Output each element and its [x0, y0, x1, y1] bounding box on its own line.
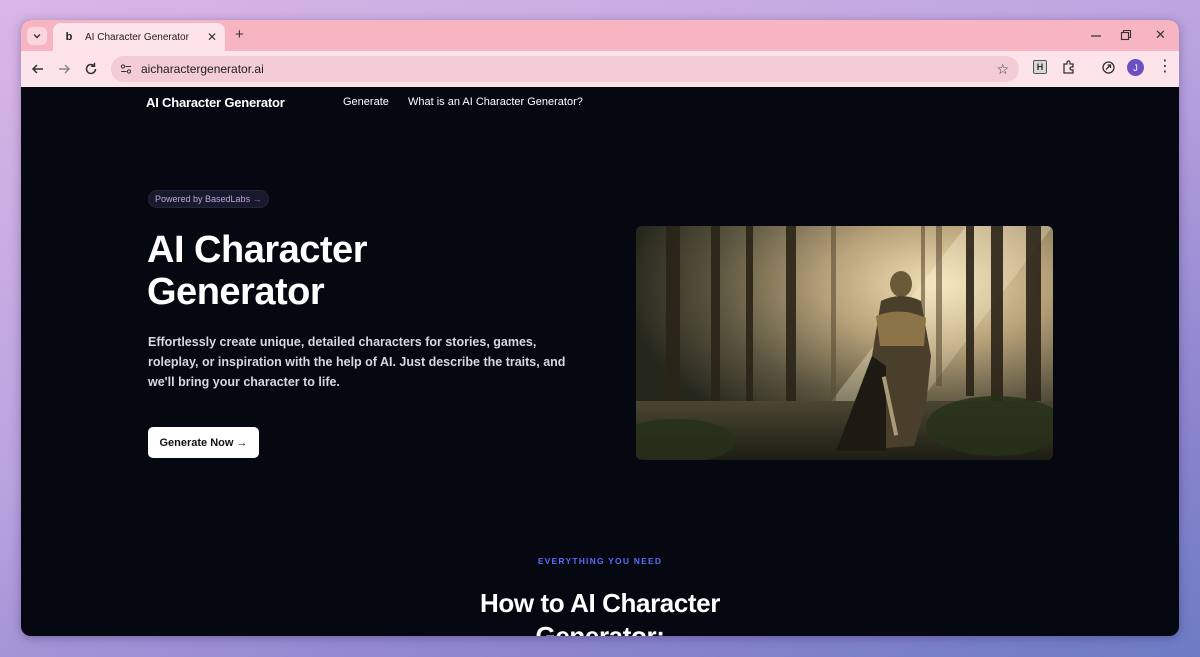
section-title: How to AI Character Generator:	[480, 588, 720, 636]
back-icon[interactable]	[31, 60, 45, 82]
site-brand[interactable]: AI Character Generator	[146, 95, 285, 110]
hero-description: Effortlessly create unique, detailed cha…	[148, 335, 566, 389]
copilot-icon[interactable]	[1101, 60, 1116, 80]
url-text[interactable]: aicharactergenerator.ai	[141, 62, 264, 76]
menu-icon[interactable]: ⋮	[1157, 59, 1173, 75]
nav-link-generate[interactable]: Generate	[343, 96, 389, 108]
browser-toolbar: aicharactergenerator.ai ☆ H J ⋮	[21, 51, 1179, 87]
browser-window: b AI Character Generator ✕ + ✕ aicharact…	[21, 20, 1179, 636]
badge-text: Powered by BasedLabs	[155, 194, 251, 204]
forward-icon[interactable]	[57, 60, 71, 82]
tab-bar: b AI Character Generator ✕ + ✕	[21, 20, 1179, 51]
reload-icon[interactable]	[84, 60, 98, 82]
tab-search-icon[interactable]	[27, 27, 47, 45]
bookmark-star-icon[interactable]: ☆	[996, 60, 1009, 78]
close-tab-icon[interactable]: ✕	[207, 29, 217, 45]
close-window-icon[interactable]: ✕	[1155, 26, 1166, 44]
browser-tab[interactable]: b AI Character Generator ✕	[53, 23, 225, 51]
page-viewport: AI Character Generator Generate What is …	[21, 87, 1179, 636]
profile-avatar[interactable]: J	[1127, 59, 1144, 76]
minimize-icon[interactable]	[1090, 26, 1102, 49]
site-info-icon[interactable]	[117, 60, 135, 78]
tab-title: AI Character Generator	[85, 31, 189, 43]
restore-icon[interactable]	[1120, 26, 1132, 49]
badge-arrow: →	[252, 194, 262, 204]
generate-now-button[interactable]: Generate Now →	[148, 427, 259, 458]
powered-by-badge[interactable]: Powered by BasedLabs →	[148, 190, 269, 208]
extension-h-icon[interactable]: H	[1033, 60, 1047, 74]
section-eyebrow: EVERYTHING YOU NEED	[537, 556, 663, 566]
extensions-icon[interactable]	[1061, 60, 1076, 80]
favicon-icon: b	[65, 30, 73, 43]
new-tab-button[interactable]: +	[235, 26, 244, 44]
hero-image	[636, 226, 1053, 460]
hero-title: AI Character Generator	[147, 229, 367, 313]
address-bar[interactable]: aicharactergenerator.ai ☆	[111, 56, 1019, 82]
nav-link-what-is[interactable]: What is an AI Character Generator?	[408, 96, 583, 108]
